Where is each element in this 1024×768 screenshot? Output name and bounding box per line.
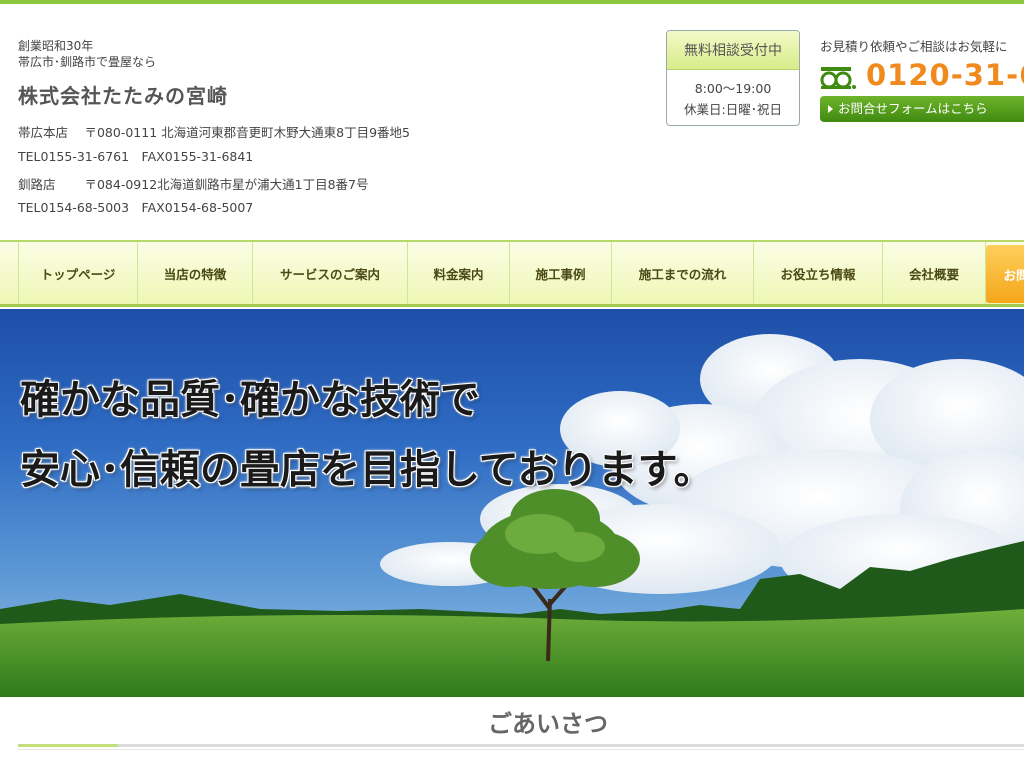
kushiro-address: 釧路店 〒084-0912北海道釧路市星が浦大通1丁目8番7号 bbox=[18, 177, 369, 192]
freedial-icon bbox=[820, 67, 856, 89]
top-accent-bar bbox=[0, 0, 1024, 4]
arrow-right-icon bbox=[828, 105, 833, 113]
business-hours: 8:00〜19:00 bbox=[694, 81, 772, 96]
company-logo-text[interactable]: 株式会社たたみの宮崎 bbox=[18, 80, 228, 109]
section-divider bbox=[18, 744, 1024, 747]
estimate-note: お見積り依頼やご相談はお気軽に bbox=[820, 39, 1008, 54]
global-nav: トップページ 当店の特徴 サービスのご案内 料金案内 施工事例 施工までの流れ … bbox=[0, 240, 1024, 307]
free-consult-box: 無料相談受付中 8:00〜19:00 休業日:日曜･祝日 bbox=[666, 30, 800, 126]
holidays: 休業日:日曜･祝日 bbox=[684, 102, 782, 117]
obihiro-address: 帯広本店 〒080-0111 北海道河東郡音更町木野大通東8丁目9番地5 bbox=[18, 125, 410, 140]
hero-banner: 確かな品質･確かな技術で 安心･信頼の畳店を目指しております。 bbox=[0, 309, 1024, 697]
nav-item-features[interactable]: 当店の特徴 bbox=[138, 242, 253, 304]
contact-form-button[interactable]: お問合せフォームはこちら bbox=[820, 96, 1024, 122]
tagline: 創業昭和30年 帯広市･釧路市で畳屋なら bbox=[18, 38, 156, 70]
tagline-area: 帯広市･釧路市で畳屋なら bbox=[18, 55, 157, 69]
hero-headline-2: 安心･信頼の畳店を目指しております。 bbox=[20, 447, 714, 493]
nav-item-services[interactable]: サービスのご案内 bbox=[253, 242, 408, 304]
nav-item-works[interactable]: 施工事例 bbox=[510, 242, 612, 304]
nav-item-top[interactable]: トップページ bbox=[19, 242, 138, 304]
section-title-greeting: ごあいさつ bbox=[488, 710, 608, 738]
consult-heading: 無料相談受付中 bbox=[667, 31, 799, 70]
nav-item-pricing[interactable]: 料金案内 bbox=[408, 242, 510, 304]
hero-headline-1: 確かな品質･確かな技術で bbox=[20, 377, 480, 423]
tagline-founded: 創業昭和30年 bbox=[18, 39, 94, 53]
section-divider-accent bbox=[18, 744, 118, 747]
nav-item-flow[interactable]: 施工までの流れ bbox=[612, 242, 754, 304]
nav-lead-spacer bbox=[0, 242, 19, 304]
toll-free-number[interactable]: 0120-31-67 bbox=[866, 58, 1024, 92]
section-divider-thin bbox=[18, 749, 1024, 750]
kushiro-phone-fax: TEL0154-68-5003 FAX0154-68-5007 bbox=[18, 200, 254, 215]
nav-item-tips[interactable]: お役立ち情報 bbox=[754, 242, 883, 304]
contact-form-label: お問合せフォームはこちら bbox=[838, 101, 988, 116]
nav-item-contact[interactable]: お問 bbox=[986, 245, 1024, 303]
nav-item-company[interactable]: 会社概要 bbox=[883, 242, 986, 304]
obihiro-phone-fax: TEL0155-31-6761 FAX0155-31-6841 bbox=[18, 149, 254, 164]
